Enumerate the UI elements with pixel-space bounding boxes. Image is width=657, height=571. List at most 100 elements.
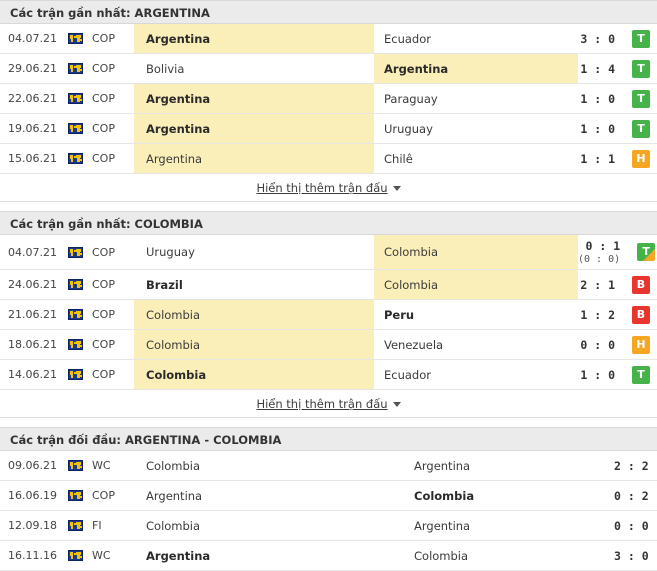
- match-score: 3 : 0: [578, 24, 625, 53]
- section-title: Các trận gần nhất: COLOMBIA: [0, 211, 657, 235]
- score-value: 1 : 2: [580, 307, 615, 322]
- score-value: 2 : 2: [614, 458, 649, 473]
- home-team-cell[interactable]: Argentina: [134, 114, 374, 143]
- status-badge-label: H: [636, 151, 646, 165]
- home-team-name: Bolivia: [146, 61, 185, 76]
- away-team-cell[interactable]: Chilê: [374, 144, 578, 173]
- match-date: 04.07.21: [8, 245, 57, 259]
- show-more-link[interactable]: Hiển thị thêm trận đấu: [256, 181, 401, 195]
- status-badge-label: H: [636, 337, 646, 351]
- away-team-cell[interactable]: Peru: [374, 300, 578, 329]
- home-team-name: Argentina: [146, 488, 203, 503]
- home-team-name: Colombia: [146, 458, 201, 473]
- away-team-cell[interactable]: Colombia: [404, 541, 614, 570]
- competition-flag: [62, 481, 88, 510]
- world-map-icon: [67, 339, 83, 350]
- status-badge: T: [632, 119, 650, 138]
- match-date: 12.09.18: [8, 519, 57, 532]
- match-score: 0 : 0: [614, 511, 657, 540]
- show-more-label: Hiển thị thêm trận đấu: [256, 396, 388, 411]
- away-team-cell[interactable]: Paraguay: [374, 84, 578, 113]
- away-team-name: Argentina: [414, 458, 471, 473]
- away-team-cell[interactable]: Venezuela: [374, 330, 578, 359]
- table-row[interactable]: 15.06.21 COP Argentina Chilê 1 : 1 H: [0, 144, 657, 174]
- away-team-cell[interactable]: Uruguay: [374, 114, 578, 143]
- show-more-bar: Hiển thị thêm trận đấu: [0, 390, 657, 418]
- away-team-cell[interactable]: Colombia: [374, 270, 578, 299]
- away-team-cell[interactable]: Argentina: [374, 54, 578, 83]
- competition-flag: [62, 84, 88, 113]
- match-score: 2 : 2: [614, 451, 657, 480]
- home-team-cell[interactable]: Argentina: [134, 541, 404, 570]
- competition-code: COP: [92, 368, 115, 381]
- home-team-name: Colombia: [146, 518, 201, 533]
- home-team-name: Argentina: [146, 121, 211, 136]
- away-team-name: Ecuador: [384, 31, 431, 46]
- away-team-cell[interactable]: Argentina: [404, 451, 614, 480]
- table-row[interactable]: 14.06.21 COP Colombia Ecuador 1 : 0 T: [0, 360, 657, 390]
- score-value: 0 : 1: [585, 239, 621, 253]
- home-team-cell[interactable]: Colombia: [134, 330, 374, 359]
- show-more-link[interactable]: Hiển thị thêm trận đấu: [256, 396, 401, 411]
- world-map-icon: [67, 123, 83, 134]
- table-row[interactable]: 18.06.21 COP Colombia Venezuela 0 : 0 H: [0, 330, 657, 360]
- section-gap: [0, 202, 657, 211]
- status-badge: B: [632, 305, 650, 324]
- home-team-cell[interactable]: Colombia: [134, 451, 404, 480]
- competition-code: FI: [92, 519, 102, 532]
- match-score: 3 : 0: [614, 541, 657, 570]
- home-team-name: Argentina: [146, 548, 211, 563]
- table-row[interactable]: 12.09.18 FI Colombia Argentina 0 : 0: [0, 511, 657, 541]
- result-badge-cell: T: [630, 235, 657, 269]
- away-team-cell[interactable]: Ecuador: [374, 24, 578, 53]
- competition-code: COP: [92, 32, 115, 45]
- home-team-cell[interactable]: Bolivia: [134, 54, 374, 83]
- home-team-cell[interactable]: Colombia: [134, 511, 404, 540]
- match-score: 1 : 0: [578, 114, 625, 143]
- table-row[interactable]: 04.07.21 COP Argentina Ecuador 3 : 0 T: [0, 24, 657, 54]
- home-team-cell[interactable]: Uruguay: [134, 235, 374, 269]
- match-score: 1 : 0: [578, 360, 625, 389]
- score-value: 3 : 0: [580, 31, 615, 46]
- home-team-cell[interactable]: Argentina: [134, 24, 374, 53]
- table-row[interactable]: 29.06.21 COP Bolivia Argentina 1 : 4 T: [0, 54, 657, 84]
- table-row[interactable]: 24.06.21 COP Brazil Colombia 2 : 1 B: [0, 270, 657, 300]
- status-badge-label: T: [642, 245, 650, 258]
- status-badge: H: [632, 149, 650, 168]
- home-team-cell[interactable]: Colombia: [134, 300, 374, 329]
- status-badge: T: [632, 89, 650, 108]
- match-date: 14.06.21: [8, 368, 57, 381]
- world-map-icon: [67, 33, 83, 44]
- table-row[interactable]: 22.06.21 COP Argentina Paraguay 1 : 0 T: [0, 84, 657, 114]
- table-row[interactable]: 19.06.21 COP Argentina Uruguay 1 : 0 T: [0, 114, 657, 144]
- status-badge-label: T: [637, 91, 645, 105]
- away-team-cell[interactable]: Colombia: [374, 235, 578, 269]
- match-score: 1 : 0: [578, 84, 625, 113]
- home-team-cell[interactable]: Argentina: [134, 481, 404, 510]
- competition-code: COP: [92, 338, 115, 351]
- away-team-cell[interactable]: Colombia: [404, 481, 614, 510]
- score-value: 2 : 1: [580, 277, 615, 292]
- competition-flag: [62, 24, 88, 53]
- competition-flag: [62, 270, 88, 299]
- section-title: Các trận đối đầu: ARGENTINA - COLOMBIA: [0, 427, 657, 451]
- match-date: 19.06.21: [8, 122, 57, 135]
- match-history-panel: Các trận gần nhất: ARGENTINA 04.07.21 COP A…: [0, 0, 657, 571]
- home-team-cell[interactable]: Argentina: [134, 144, 374, 173]
- score-value: 1 : 1: [580, 151, 615, 166]
- table-row[interactable]: 16.06.19 COP Argentina Colombia 0 : 2: [0, 481, 657, 511]
- competition-flag: [62, 54, 88, 83]
- away-team-cell[interactable]: Argentina: [404, 511, 614, 540]
- result-badge-cell: T: [625, 360, 657, 389]
- home-team-cell[interactable]: Brazil: [134, 270, 374, 299]
- status-badge: T: [632, 59, 650, 78]
- score-value: 1 : 0: [580, 91, 615, 106]
- table-row[interactable]: 04.07.21 COP Uruguay Colombia 0 : 1 (0 : 0) T: [0, 235, 657, 270]
- world-map-icon: [67, 153, 83, 164]
- table-row[interactable]: 21.06.21 COP Colombia Peru 1 : 2 B: [0, 300, 657, 330]
- home-team-cell[interactable]: Argentina: [134, 84, 374, 113]
- home-team-cell[interactable]: Colombia: [134, 360, 374, 389]
- table-row[interactable]: 09.06.21 WC Colombia Argentina 2 : 2: [0, 451, 657, 481]
- away-team-cell[interactable]: Ecuador: [374, 360, 578, 389]
- show-more-bar: Hiển thị thêm trận đấu: [0, 174, 657, 202]
